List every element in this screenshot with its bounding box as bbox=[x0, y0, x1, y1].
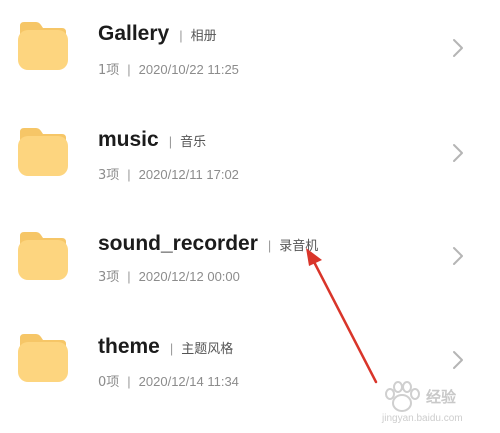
folder-alias: 音乐 bbox=[180, 135, 207, 150]
folder-icon bbox=[16, 332, 70, 384]
modified-date: 2020/12/12 00:00 bbox=[138, 269, 240, 284]
folder-row-sound-recorder[interactable]: sound_recorder | 录音机 3项 | 2020/12/12 00:00 bbox=[0, 208, 500, 312]
folder-title: music | 音乐 bbox=[98, 128, 206, 152]
title-separator: | bbox=[168, 134, 173, 149]
chevron-right-icon[interactable] bbox=[450, 37, 466, 59]
chevron-right-icon[interactable] bbox=[450, 142, 466, 164]
modified-date: 2020/12/14 11:34 bbox=[138, 374, 239, 389]
item-count: 0项 bbox=[98, 375, 120, 390]
folder-meta: 0项 | 2020/12/14 11:34 bbox=[98, 371, 239, 390]
folder-icon bbox=[16, 126, 70, 178]
folder-icon bbox=[16, 20, 70, 72]
folder-title: sound_recorder | 录音机 bbox=[98, 232, 318, 256]
meta-separator: | bbox=[127, 62, 131, 77]
chevron-right-icon[interactable] bbox=[450, 349, 466, 371]
title-separator: | bbox=[179, 28, 183, 43]
folder-name: music bbox=[98, 128, 159, 151]
baidu-jingyan-watermark: 经验 jingyan.baidu.com bbox=[380, 380, 496, 430]
title-separator: | bbox=[267, 238, 272, 253]
folder-row-gallery[interactable]: Gallery | 相册 1项 | 2020/10/22 11:25 bbox=[0, 0, 500, 104]
folder-row-music[interactable]: music | 音乐 3项 | 2020/12/11 17:02 bbox=[0, 104, 500, 208]
folder-title: Gallery | 相册 bbox=[98, 22, 217, 46]
folder-list: Gallery | 相册 1项 | 2020/10/22 11:25 music |… bbox=[0, 0, 500, 433]
meta-separator: | bbox=[127, 167, 131, 182]
folder-meta: 1项 | 2020/10/22 11:25 bbox=[98, 59, 239, 78]
modified-date: 2020/12/11 17:02 bbox=[138, 167, 239, 182]
watermark-url: jingyan.baidu.com bbox=[382, 413, 463, 424]
folder-icon bbox=[16, 230, 70, 282]
watermark-text: 经验 bbox=[426, 388, 457, 406]
folder-alias: 相册 bbox=[190, 29, 217, 44]
item-count: 1项 bbox=[98, 63, 120, 78]
modified-date: 2020/10/22 11:25 bbox=[138, 62, 239, 77]
folder-name: theme bbox=[98, 335, 160, 358]
folder-name: sound_recorder bbox=[98, 232, 258, 255]
chevron-right-icon[interactable] bbox=[450, 245, 466, 267]
folder-meta: 3项 | 2020/12/12 00:00 bbox=[98, 266, 240, 285]
item-count: 3项 bbox=[98, 168, 120, 183]
meta-separator: | bbox=[127, 374, 131, 389]
title-separator: | bbox=[169, 341, 174, 356]
folder-alias: 录音机 bbox=[279, 239, 319, 254]
folder-title: theme | 主题风格 bbox=[98, 335, 233, 359]
folder-name: Gallery bbox=[98, 22, 170, 45]
folder-meta: 3项 | 2020/12/11 17:02 bbox=[98, 164, 239, 183]
item-count: 3项 bbox=[98, 270, 120, 285]
paw-logo-icon bbox=[385, 381, 420, 412]
meta-separator: | bbox=[127, 269, 131, 284]
folder-alias: 主题风格 bbox=[181, 342, 234, 357]
